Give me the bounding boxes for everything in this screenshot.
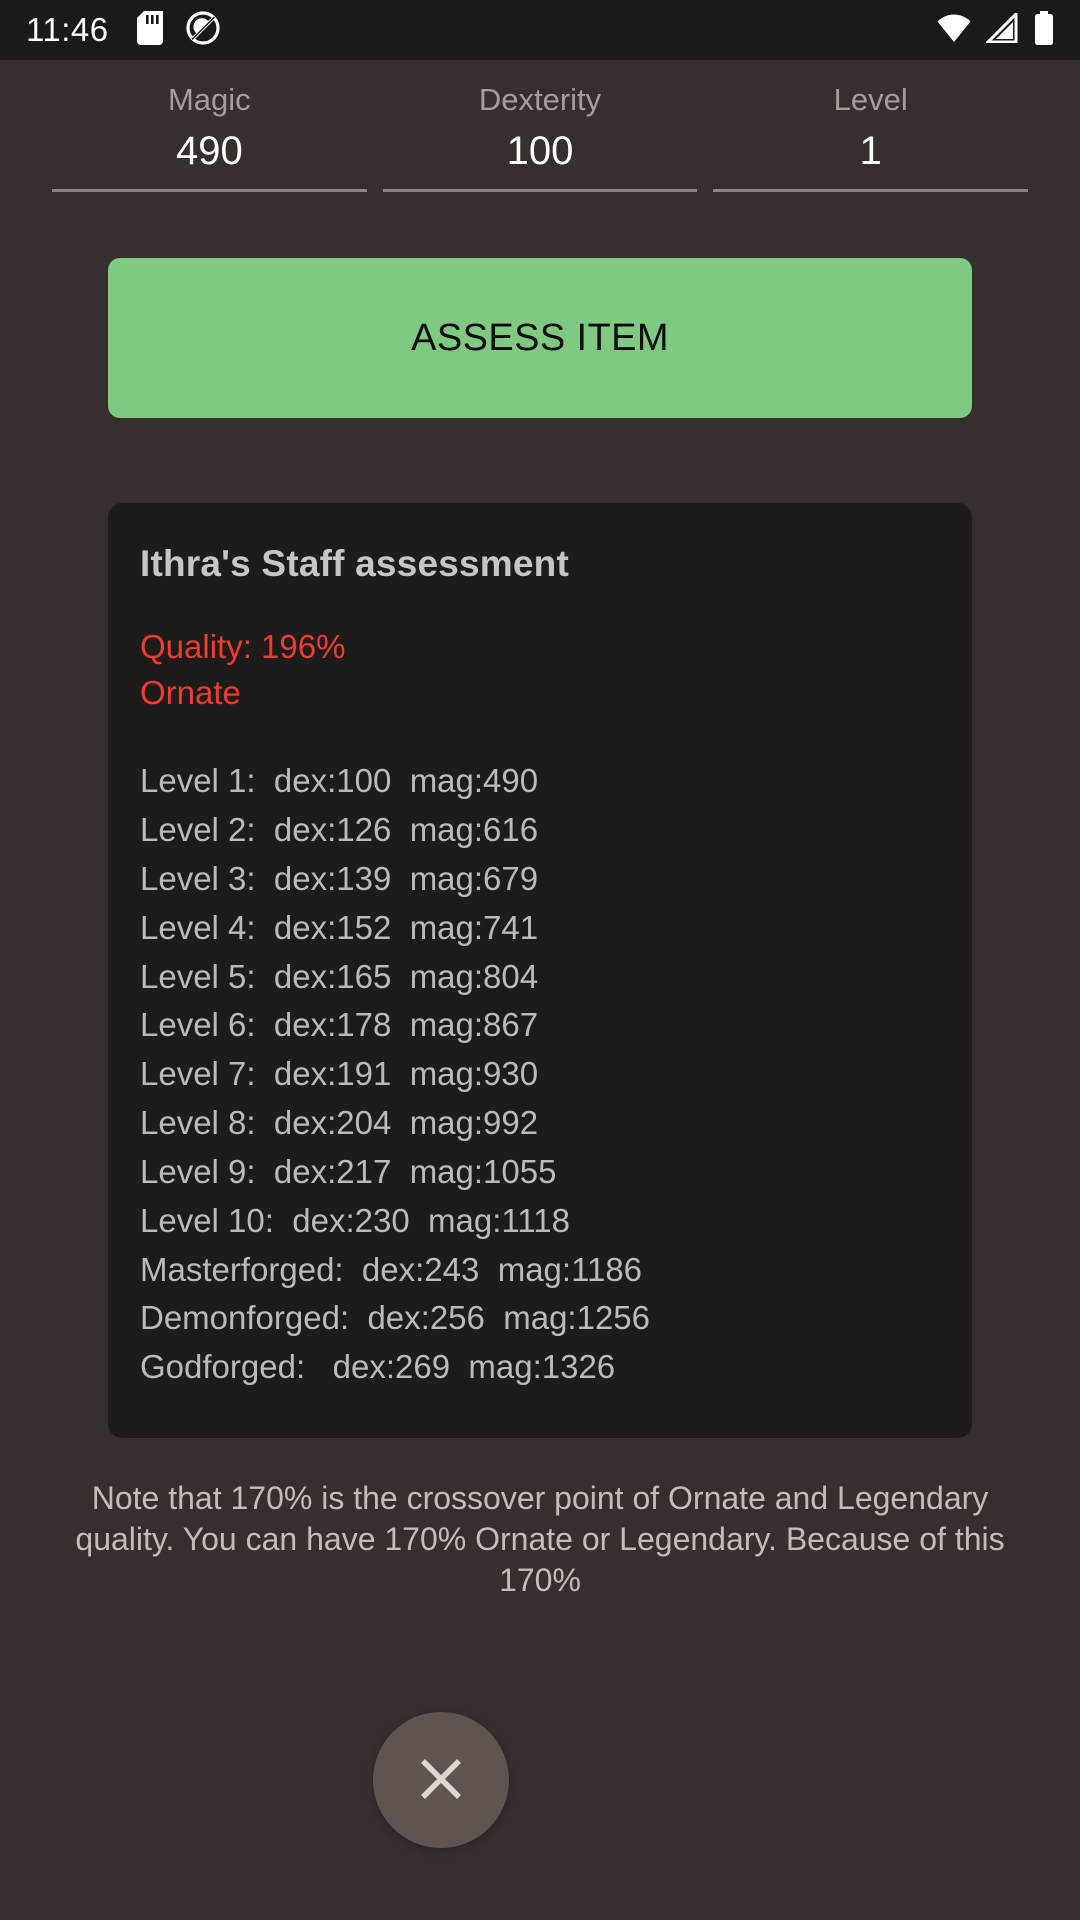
close-button[interactable]	[373, 1712, 509, 1848]
list-item: Level 4: dex:152 mag:741	[140, 908, 539, 946]
status-bar-left-icons	[136, 10, 221, 51]
list-item: Level 8: dex:204 mag:992	[140, 1104, 539, 1142]
battery-icon	[1034, 10, 1054, 50]
level-stats-list: Level 1: dex:100 mag:490 Level 2: dex:12…	[140, 757, 940, 1392]
magic-field[interactable]: Magic 490	[52, 84, 367, 192]
status-bar-clock: 11:46	[26, 11, 109, 48]
status-bar-right-icons	[936, 9, 1054, 50]
magic-field-value[interactable]: 490	[176, 131, 243, 189]
assessment-card: Ithra's Staff assessment Quality: 196% O…	[108, 503, 972, 1439]
list-item: Level 6: dex:178 mag:867	[140, 1006, 539, 1044]
level-field-value[interactable]: 1	[860, 131, 882, 189]
no-screenshot-icon	[185, 10, 221, 51]
dexterity-field[interactable]: Dexterity 100	[382, 82, 698, 192]
level-field-label: Level	[833, 82, 908, 117]
list-item: Demonforged: dex:256 mag:1256	[140, 1299, 651, 1337]
list-item: Masterforged: dex:243 mag:1186	[140, 1250, 643, 1288]
sd-card-icon	[136, 10, 163, 50]
signal-icon	[984, 9, 1020, 48]
wifi-icon	[936, 13, 972, 48]
assessment-card-container: Ithra's Staff assessment Quality: 196% O…	[0, 418, 1080, 1439]
stat-fields-row: Magic 490 Dexterity 100 Level 1	[0, 60, 1080, 192]
list-item: Level 7: dex:191 mag:930	[140, 1055, 539, 1093]
list-item: Level 10: dex:230 mag:1118	[140, 1201, 570, 1239]
dexterity-field-value[interactable]: 100	[507, 131, 574, 189]
quality-percent: Quality: 196%	[140, 627, 346, 665]
close-icon	[413, 1751, 469, 1810]
assessment-card-title: Ithra's Staff assessment	[140, 543, 569, 584]
status-bar: 11:46	[0, 0, 1080, 60]
list-item: Godforged: dex:269 mag:1326	[140, 1348, 616, 1386]
footer-note-text: Note that 170% is the crossover point of…	[75, 1480, 1005, 1598]
level-field[interactable]: Level 1	[713, 82, 1029, 192]
quality-block: Quality: 196% Ornate	[140, 624, 940, 718]
list-item: Level 9: dex:217 mag:1055	[140, 1152, 557, 1190]
list-item: Level 2: dex:126 mag:616	[140, 811, 539, 849]
list-item: Level 1: dex:100 mag:490	[140, 762, 539, 800]
dexterity-field-underline	[382, 189, 698, 192]
footer-note-container: Note that 170% is the crossover point of…	[0, 1438, 1080, 1601]
quality-rank: Ornate	[140, 674, 241, 712]
level-field-underline	[713, 189, 1029, 192]
magic-field-label: Magic	[167, 82, 251, 117]
magic-field-underline	[52, 189, 367, 192]
assess-item-button[interactable]: ASSESS ITEM	[108, 258, 972, 418]
list-item: Level 5: dex:165 mag:804	[140, 957, 539, 995]
dexterity-field-label: Dexterity	[478, 82, 602, 117]
list-item: Level 3: dex:139 mag:679	[140, 859, 539, 897]
assess-button-container: ASSESS ITEM	[0, 192, 1080, 418]
